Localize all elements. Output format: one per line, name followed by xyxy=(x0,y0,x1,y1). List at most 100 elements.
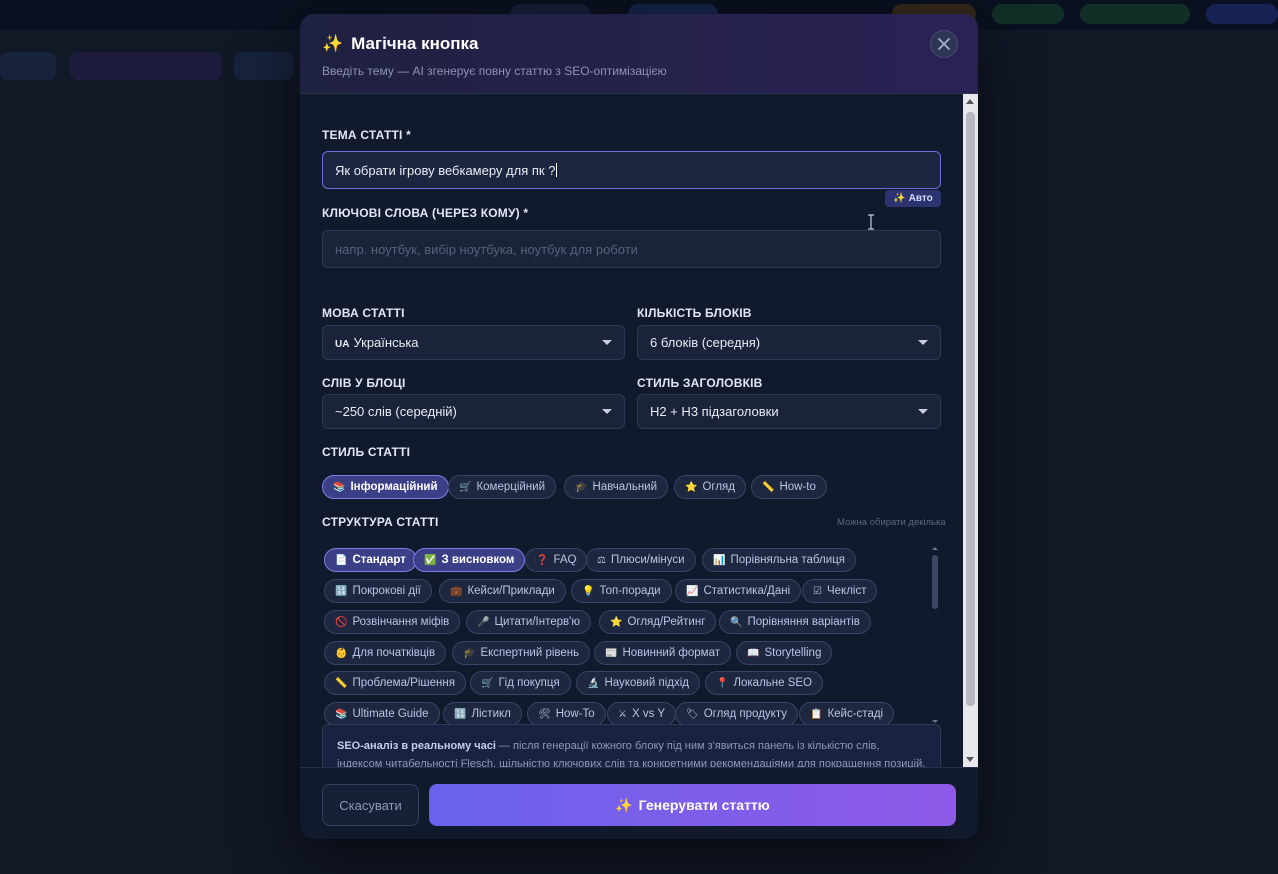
generate-article-button[interactable]: ✨ Генерувати статтю xyxy=(429,784,956,826)
question-icon: ❓ xyxy=(536,554,549,566)
structure-chip-compare-options[interactable]: 🔍 Порівняння варіантів xyxy=(719,610,871,634)
topic-input[interactable]: Як обрати ігрову вебкамеру для пк ? xyxy=(322,151,941,189)
structure-chip-statistics[interactable]: 📈 Статистика/Дані xyxy=(675,579,802,603)
chip-label: Порівняння варіантів xyxy=(747,616,860,628)
chip-label: Топ-поради xyxy=(599,585,661,597)
star-icon: ⭐ xyxy=(685,481,698,493)
style-chip-informational[interactable]: 📚 Інформаційний xyxy=(322,475,449,499)
chip-label: Локальне SEO xyxy=(733,677,813,689)
heading-style-value: H2 + H3 підзаголовки xyxy=(650,404,779,419)
topic-input-value: Як обрати ігрову вебкамеру для пк ? xyxy=(335,162,556,178)
structure-chip-buyer-guide[interactable]: 🛒 Гід покупця xyxy=(470,671,571,695)
structure-chip-local-seo[interactable]: 📍 Локальне SEO xyxy=(705,671,824,695)
structure-chip-storytelling[interactable]: 📖 Storytelling xyxy=(736,641,833,665)
chip-label: Комерційний xyxy=(476,481,546,493)
structure-scrollbar[interactable] xyxy=(932,547,938,723)
language-label: МОВА СТАТТІ xyxy=(322,306,405,320)
style-chip-educational[interactable]: 🎓 Навчальний xyxy=(564,475,669,499)
cancel-button[interactable]: Скасувати xyxy=(322,784,419,826)
structure-chip-cases[interactable]: 💼 Кейси/Приклади xyxy=(439,579,566,603)
structure-chip-checklist[interactable]: ☑ Чекліст xyxy=(802,579,878,603)
chevron-down-icon xyxy=(918,409,928,414)
heading-style-label: СТИЛЬ ЗАГОЛОВКІВ xyxy=(637,376,763,390)
chip-label: Гід покупця xyxy=(498,677,560,689)
article-style-label: СТИЛЬ СТАТТІ xyxy=(322,445,411,459)
structure-chip-case-study[interactable]: 📋 Кейс-стаді xyxy=(799,702,895,726)
prohibited-icon: 🚫 xyxy=(335,616,348,628)
modal-title-text: Магічна кнопка xyxy=(351,34,479,53)
chevron-down-icon xyxy=(602,340,612,345)
structure-chip-problem-solution[interactable]: 📏 Проблема/Рішення xyxy=(324,671,466,695)
briefcase-icon: 💼 xyxy=(450,585,463,597)
close-button[interactable] xyxy=(930,30,958,58)
text-caret xyxy=(556,163,558,177)
baby-icon: 👶 xyxy=(335,647,348,659)
structure-chip-x-vs-y[interactable]: ⚔ X vs Y xyxy=(607,702,676,726)
words-per-block-select[interactable]: ~250 слів (середній) xyxy=(322,394,625,429)
scrollbar-thumb[interactable] xyxy=(932,555,938,609)
auto-keywords-button[interactable]: ✨ Авто xyxy=(885,190,941,207)
topic-label: ТЕМА СТАТТІ * xyxy=(322,128,411,142)
structure-chip-listicle[interactable]: 🔢 Лістикл xyxy=(443,702,522,726)
structure-chip-myths[interactable]: 🚫 Розвінчання міфів xyxy=(324,610,461,634)
structure-chip-beginners[interactable]: 👶 Для початківців xyxy=(324,641,447,665)
structure-label: СТРУКТУРА СТАТТІ xyxy=(322,515,439,529)
structure-chip-quotes[interactable]: 🎤 Цитати/Інтерв'ю xyxy=(466,610,591,634)
style-chip-review[interactable]: ⭐ Огляд xyxy=(674,475,746,499)
numbers-icon: 🔢 xyxy=(335,585,348,597)
chip-label: Storytelling xyxy=(764,647,822,659)
structure-chip-conclusion[interactable]: ✅ З висновком xyxy=(413,548,526,572)
structure-chip-comparison-table[interactable]: 📊 Порівняльна таблиця xyxy=(702,548,856,572)
chip-label: Новинний формат xyxy=(622,647,721,659)
blocks-count-label: КІЛЬКІСТЬ БЛОКІВ xyxy=(637,306,752,320)
auto-keywords-label: Авто xyxy=(908,193,933,204)
chip-label: Плюси/мінуси xyxy=(610,554,685,566)
structure-chip-top-tips[interactable]: 💡 Топ-поради xyxy=(571,579,672,603)
style-chip-howto[interactable]: 📏 How-to xyxy=(751,475,827,499)
chip-label: Експертний рівень xyxy=(480,647,580,659)
scroll-down-arrow-icon[interactable] xyxy=(932,720,938,723)
structure-chip-news[interactable]: 📰 Новинний формат xyxy=(594,641,732,665)
crossed-swords-icon: ⚔ xyxy=(618,708,627,720)
structure-chip-faq[interactable]: ❓ FAQ xyxy=(525,548,588,572)
tools-icon: 🛠 xyxy=(538,708,551,720)
ua-flag-icon: UA xyxy=(335,339,350,350)
chip-label: How-To xyxy=(555,708,595,720)
language-select[interactable]: UA Українська xyxy=(322,325,625,360)
chip-label: Кейс-стаді xyxy=(827,708,884,720)
structure-chip-rating[interactable]: ⭐ Огляд/Рейтинг xyxy=(599,610,717,634)
cart-icon: 🛒 xyxy=(459,481,472,493)
chip-label: Порівняльна таблиця xyxy=(730,554,845,566)
words-per-block-label: СЛІВ У БЛОЦІ xyxy=(322,376,406,390)
chip-label: Розвінчання міфів xyxy=(352,616,450,628)
structure-chip-ultimate-guide[interactable]: 📚 Ultimate Guide xyxy=(324,702,440,726)
structure-chip-scientific[interactable]: 🔬 Науковий підхід xyxy=(576,671,700,695)
chip-label: Навчальний xyxy=(592,481,658,493)
structure-chip-steps[interactable]: 🔢 Покрокові дії xyxy=(324,579,432,603)
microscope-icon: 🔬 xyxy=(587,677,600,689)
scroll-down-arrow-icon[interactable] xyxy=(966,757,974,762)
check-box-icon: ✅ xyxy=(424,554,437,566)
scroll-up-arrow-icon[interactable] xyxy=(966,99,974,104)
structure-chip-expert[interactable]: 🎓 Експертний рівень xyxy=(452,641,591,665)
bar-chart-icon: 📊 xyxy=(713,554,726,566)
newspaper-icon: 📰 xyxy=(605,647,618,659)
structure-chip-standard[interactable]: 📄 Стандарт xyxy=(324,548,417,572)
keywords-input[interactable]: напр. ноутбук, вибір ноутбука, ноутбук д… xyxy=(322,230,941,268)
style-chip-commercial[interactable]: 🛒 Комерційний xyxy=(448,475,557,499)
structure-chip-how-to[interactable]: 🛠 How-To xyxy=(527,702,606,726)
heading-style-select[interactable]: H2 + H3 підзаголовки xyxy=(637,394,941,429)
keywords-placeholder: напр. ноутбук, вибір ноутбука, ноутбук д… xyxy=(335,241,638,257)
scrollbar-thumb[interactable] xyxy=(966,112,975,706)
structure-chip-product-review[interactable]: 🏷 Огляд продукту xyxy=(675,702,798,726)
blocks-count-value: 6 блоків (середня) xyxy=(650,335,761,350)
scroll-up-arrow-icon[interactable] xyxy=(932,547,938,550)
page-icon: 📄 xyxy=(335,554,348,566)
checkbox-icon: ☑ xyxy=(813,585,822,597)
pin-icon: 📍 xyxy=(716,677,729,689)
blocks-count-select[interactable]: 6 блоків (середня) xyxy=(637,325,941,360)
chip-label: Покрокові дії xyxy=(352,585,421,597)
modal-scrollbar[interactable] xyxy=(963,94,978,767)
keywords-label: КЛЮЧОВІ СЛОВА (ЧЕРЕЗ КОМУ) * xyxy=(322,206,529,220)
structure-chip-pros-cons[interactable]: ⚖ Плюси/мінуси xyxy=(586,548,696,572)
